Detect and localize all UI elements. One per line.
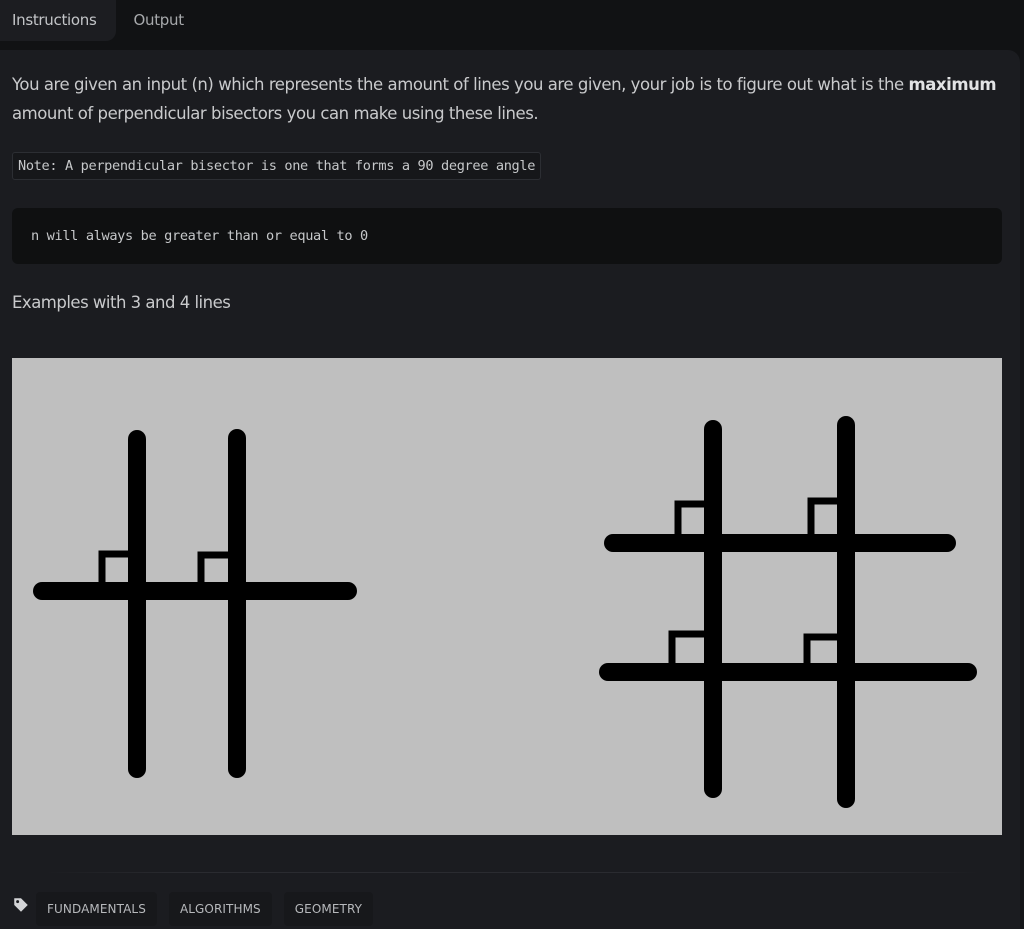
right-angle-mark [803, 633, 838, 663]
example-figure [12, 358, 1002, 835]
tag-list: FUNDAMENTALS ALGORITHMS GEOMETRY [12, 892, 385, 926]
example-diagram [33, 416, 977, 808]
description-text-2: amount of perpendicular bisectors you ca… [12, 104, 539, 123]
scrollbar[interactable] [1020, 50, 1024, 929]
description-bold: maximum [908, 75, 997, 94]
right-angle-mark [668, 630, 705, 663]
example-4-lines [599, 416, 977, 808]
description-text-1: You are given an input (n) which represe… [12, 75, 909, 94]
tag-icon [14, 898, 28, 912]
right-angle-mark [98, 550, 128, 582]
code-block-text: n will always be greater than or equal t… [31, 228, 368, 244]
inline-code-note: Note: A perpendicular bisector is one th… [12, 152, 542, 180]
description-paragraph: You are given an input (n) which represe… [12, 70, 1012, 128]
right-angle-mark [674, 500, 705, 534]
tag-fundamentals[interactable]: FUNDAMENTALS [36, 892, 157, 926]
right-angle-mark [807, 497, 838, 534]
tag-algorithms[interactable]: ALGORITHMS [168, 892, 272, 926]
tab-output[interactable]: Output [116, 0, 202, 41]
tab-instructions[interactable]: Instructions [0, 0, 116, 41]
example-3-lines [33, 429, 357, 778]
code-block: n will always be greater than or equal t… [12, 208, 1002, 264]
examples-heading: Examples with 3 and 4 lines [12, 293, 231, 312]
divider [45, 872, 980, 873]
tag-geometry[interactable]: GEOMETRY [283, 892, 374, 926]
right-angle-mark [197, 551, 228, 582]
tab-bar: Instructions Output [0, 0, 202, 41]
